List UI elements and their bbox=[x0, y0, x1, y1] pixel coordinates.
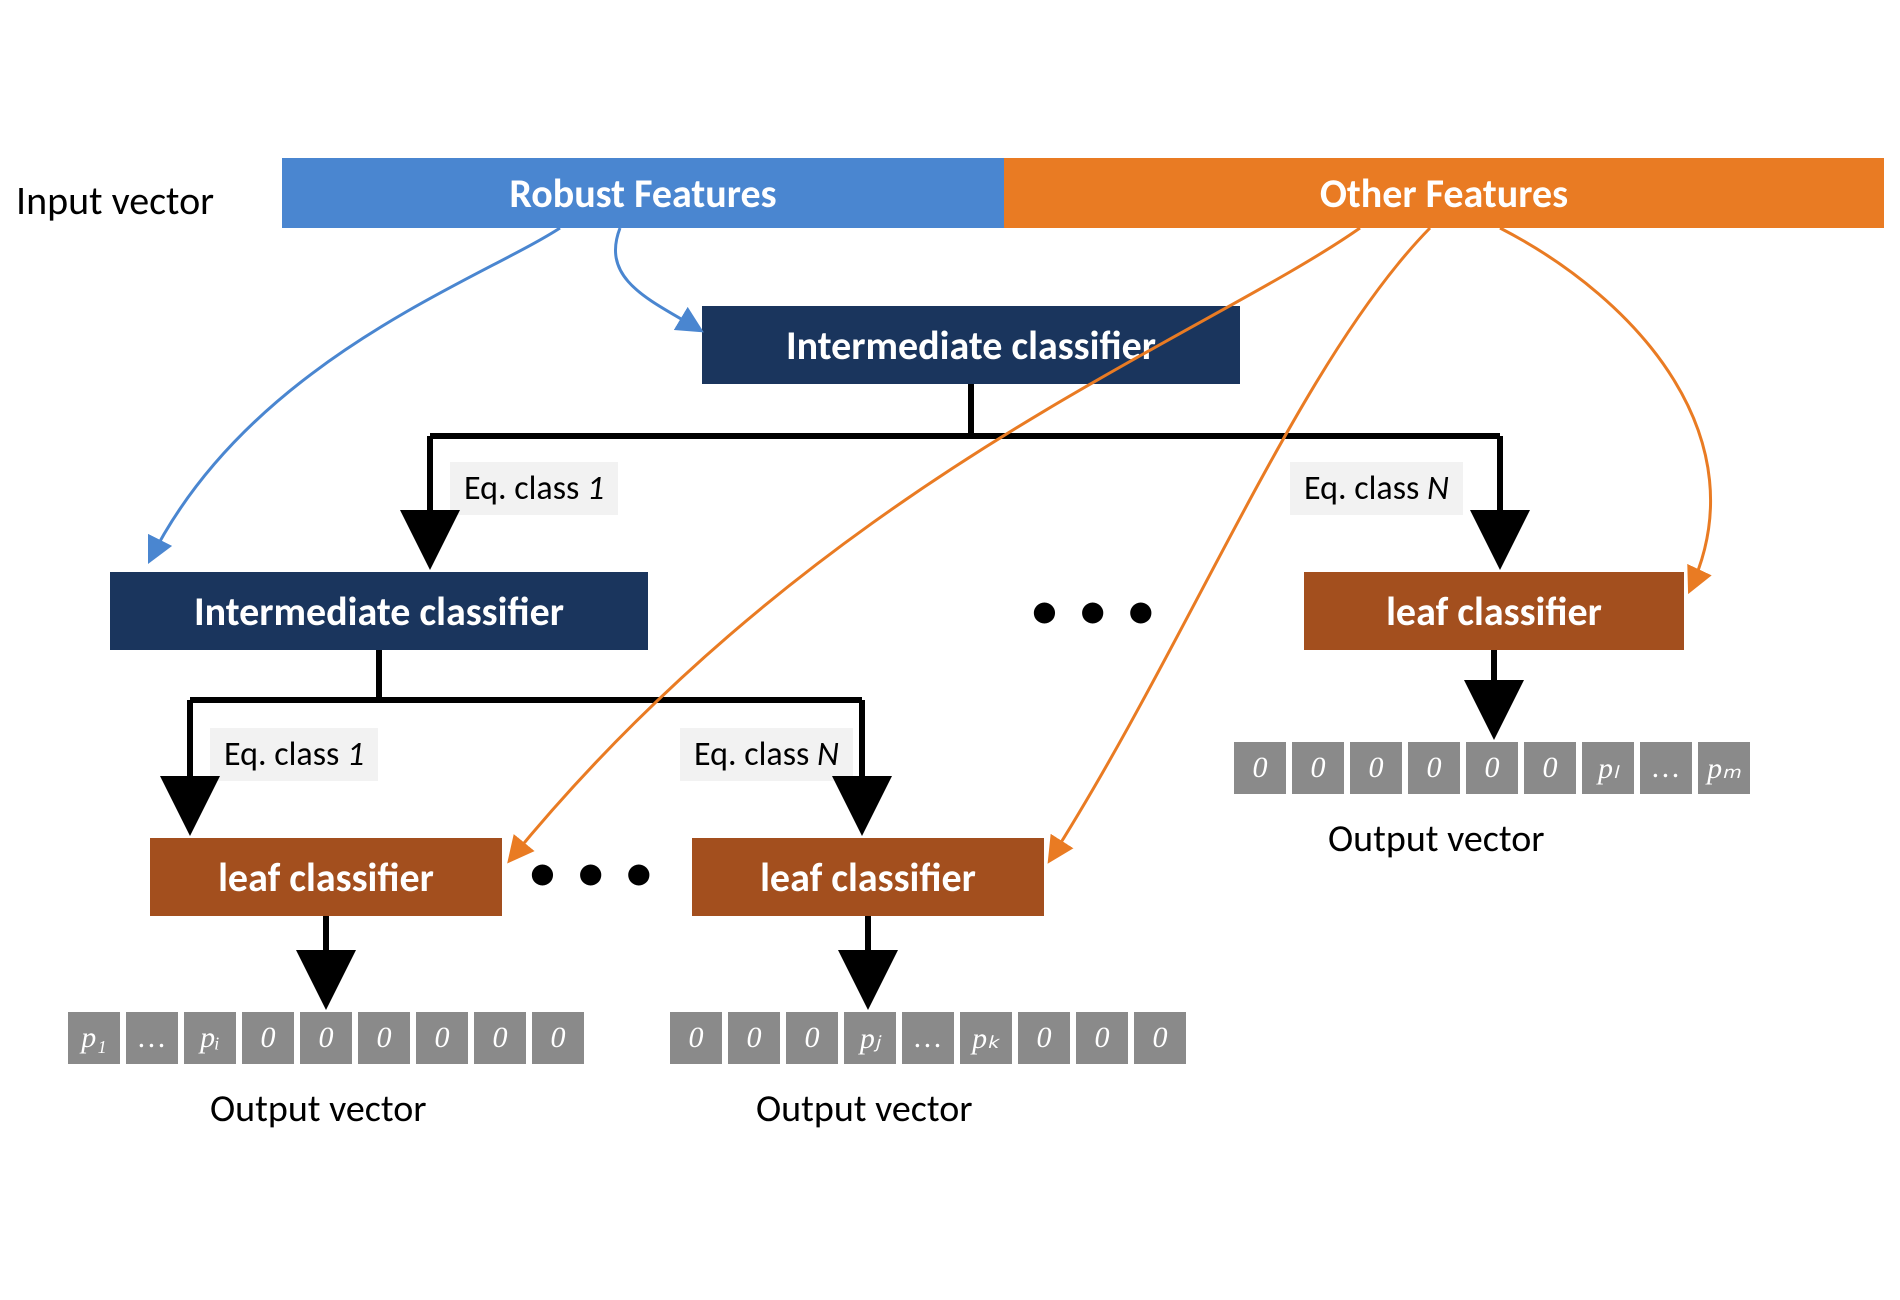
vector-cell: pₘ bbox=[1698, 742, 1750, 794]
leaf-classifier-right: leaf classifier bbox=[1304, 572, 1684, 650]
eq-prefix: Eq. class bbox=[1304, 468, 1427, 509]
leaf-classifier-mid: leaf classifier bbox=[692, 838, 1044, 916]
eq-prefix: Eq. class bbox=[464, 468, 587, 509]
vector-cell: 0 bbox=[358, 1012, 410, 1064]
vector-cell: 0 bbox=[532, 1012, 584, 1064]
eq-num: N bbox=[817, 734, 839, 775]
vector-cell: 0 bbox=[1524, 742, 1576, 794]
vector-cell: 0 bbox=[670, 1012, 722, 1064]
vector-cell: 0 bbox=[1292, 742, 1344, 794]
eq-class-1-bottom: Eq. class 1 bbox=[210, 728, 378, 781]
vector-cell: 0 bbox=[1350, 742, 1402, 794]
vector-cell: 0 bbox=[786, 1012, 838, 1064]
eq-class-N-bottom: Eq. class N bbox=[680, 728, 853, 781]
output-vector-mid: 000pⱼ…pₖ000 bbox=[670, 1012, 1186, 1064]
vector-cell: 0 bbox=[416, 1012, 468, 1064]
vector-cell: pⱼ bbox=[844, 1012, 896, 1064]
vector-cell: 0 bbox=[1134, 1012, 1186, 1064]
vector-cell: 0 bbox=[1408, 742, 1460, 794]
input-vector-label: Input vector bbox=[16, 176, 214, 225]
other-features-bar: Other Features bbox=[1004, 158, 1884, 228]
vector-cell: pₖ bbox=[960, 1012, 1012, 1064]
output-vector-mid-label: Output vector bbox=[756, 1086, 973, 1132]
vector-cell: pₗ bbox=[1582, 742, 1634, 794]
vector-cell: 0 bbox=[1234, 742, 1286, 794]
ellipsis-top: • • • bbox=[1032, 580, 1159, 641]
vector-cell: … bbox=[1640, 742, 1692, 794]
eq-class-N-top: Eq. class N bbox=[1290, 462, 1463, 515]
intermediate-classifier-top: Intermediate classifier bbox=[702, 306, 1240, 384]
eq-prefix: Eq. class bbox=[224, 734, 347, 775]
vector-cell: 0 bbox=[300, 1012, 352, 1064]
output-vector-left: p₁…pᵢ000000 bbox=[68, 1012, 584, 1064]
eq-num: 1 bbox=[347, 734, 364, 775]
robust-features-bar: Robust Features bbox=[282, 158, 1004, 228]
vector-cell: 0 bbox=[1466, 742, 1518, 794]
eq-num: 1 bbox=[587, 468, 604, 509]
intermediate-classifier-left: Intermediate classifier bbox=[110, 572, 648, 650]
eq-prefix: Eq. class bbox=[694, 734, 817, 775]
vector-cell: … bbox=[126, 1012, 178, 1064]
vector-cell: p₁ bbox=[68, 1012, 120, 1064]
output-vector-right: 000000pₗ…pₘ bbox=[1234, 742, 1750, 794]
vector-cell: 0 bbox=[1076, 1012, 1128, 1064]
vector-cell: 0 bbox=[242, 1012, 294, 1064]
eq-num: N bbox=[1427, 468, 1449, 509]
ellipsis-bottom: • • • bbox=[530, 842, 657, 903]
leaf-classifier-left: leaf classifier bbox=[150, 838, 502, 916]
vector-cell: 0 bbox=[728, 1012, 780, 1064]
vector-cell: pᵢ bbox=[184, 1012, 236, 1064]
vector-cell: 0 bbox=[474, 1012, 526, 1064]
output-vector-left-label: Output vector bbox=[210, 1086, 427, 1132]
vector-cell: … bbox=[902, 1012, 954, 1064]
output-vector-right-label: Output vector bbox=[1328, 816, 1545, 862]
vector-cell: 0 bbox=[1018, 1012, 1070, 1064]
eq-class-1-top: Eq. class 1 bbox=[450, 462, 618, 515]
